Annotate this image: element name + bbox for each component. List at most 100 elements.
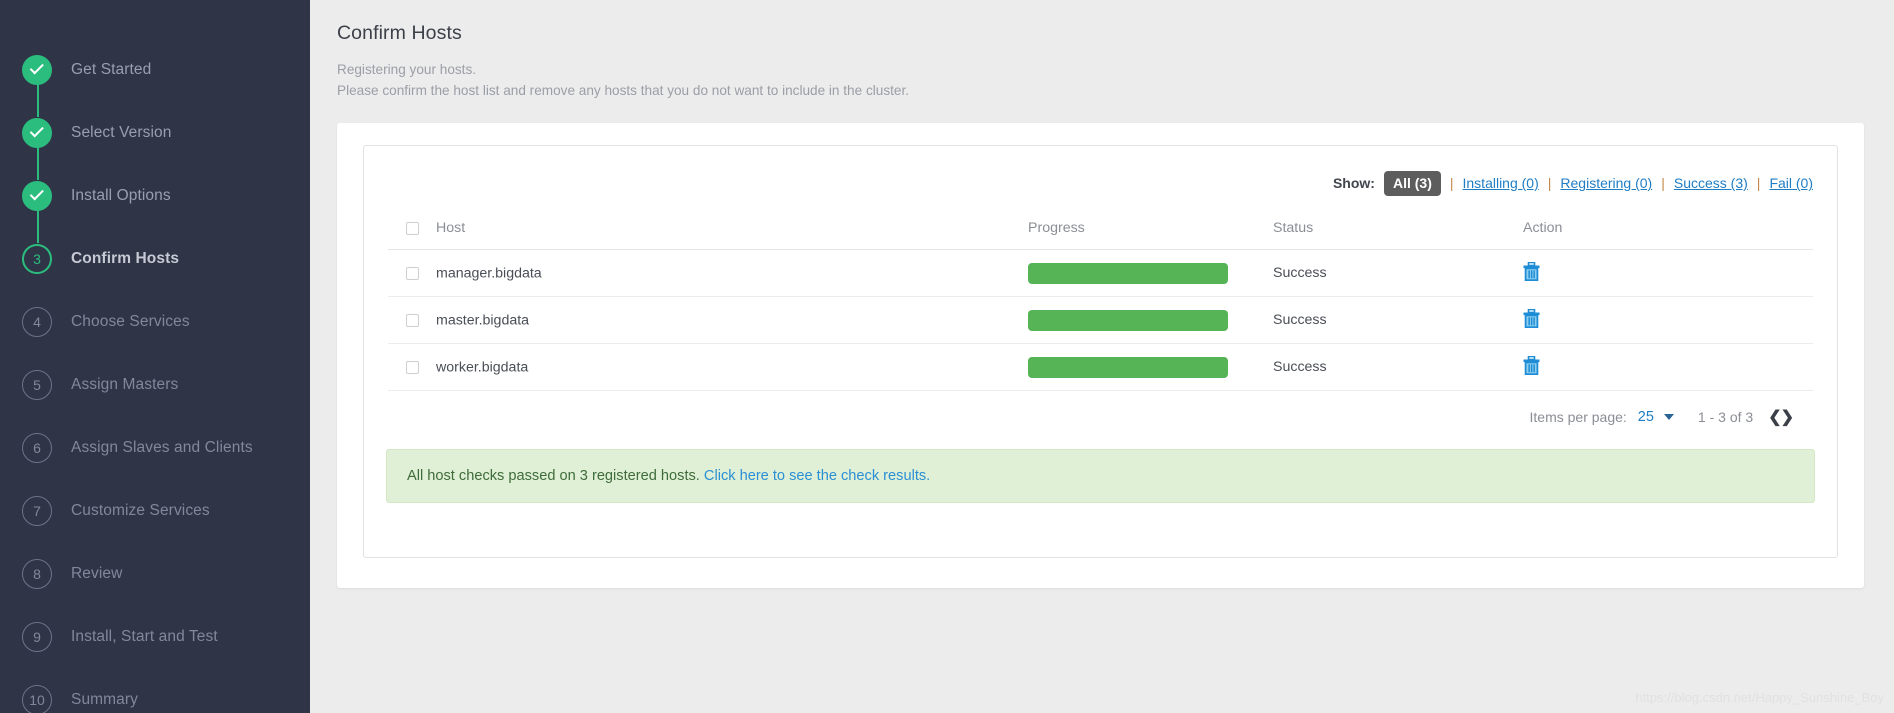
row-checkbox[interactable] — [406, 266, 419, 280]
page-description: Registering your hosts. Please confirm t… — [337, 59, 1864, 101]
hosts-table-wrap: Host Progress Status Action manager.bigd… — [364, 220, 1837, 427]
sidebar-item-assign-masters[interactable]: 5 Assign Masters — [0, 353, 310, 416]
sidebar-item-label: Confirm Hosts — [71, 249, 180, 267]
cell-host: master.bigdata — [388, 296, 1028, 345]
header-progress: Progress — [1028, 220, 1273, 251]
filter-success[interactable]: Success (3) — [1674, 175, 1748, 191]
cell-status: Success — [1273, 343, 1523, 392]
trash-icon[interactable] — [1523, 261, 1540, 285]
step-connector — [37, 84, 39, 117]
filter-installing[interactable]: Installing (0) — [1463, 175, 1539, 191]
page-title: Confirm Hosts — [337, 22, 462, 44]
sidebar-item-assign-slaves-and-clients[interactable]: 6 Assign Slaves and Clients — [0, 416, 310, 479]
sidebar-item-label: Assign Masters — [71, 375, 179, 393]
cell-host: manager.bigdata — [388, 249, 1028, 298]
select-all-checkbox[interactable] — [406, 221, 419, 235]
progress-bar-track — [1028, 262, 1228, 284]
check-results-link[interactable]: Click here to see the check results. — [704, 468, 930, 484]
step-check-icon — [22, 180, 52, 211]
table-row: manager.bigdata Success — [388, 249, 1813, 298]
page-description-line-1: Registering your hosts. — [337, 62, 477, 77]
cell-status: Success — [1273, 249, 1523, 298]
filter-registering[interactable]: Registering (0) — [1560, 175, 1652, 191]
hosts-panel: Show: All (3) | Installing (0) | Registe… — [363, 145, 1838, 559]
trash-icon[interactable] — [1523, 308, 1540, 332]
progress-bar-fill — [1028, 309, 1228, 331]
step-connector — [37, 147, 39, 180]
step-number-badge: 7 — [22, 495, 52, 526]
progress-bar-track — [1028, 356, 1228, 378]
sidebar-item-choose-services[interactable]: 4 Choose Services — [0, 290, 310, 353]
sidebar-item-summary[interactable]: 10 Summary — [0, 668, 310, 713]
wizard-sidebar: Get Started Select Version Install Options… — [0, 0, 310, 713]
check-icon — [29, 123, 44, 138]
header-host: Host — [388, 220, 1028, 251]
cell-progress — [1028, 296, 1273, 345]
sidebar-item-install-start-and-test[interactable]: 9 Install, Start and Test — [0, 605, 310, 668]
step-number-badge: 5 — [22, 369, 52, 400]
filter-separator-4: | — [1756, 175, 1761, 192]
step-number-badge: 8 — [22, 558, 52, 589]
hosts-card: Show: All (3) | Installing (0) | Registe… — [337, 123, 1864, 589]
sidebar-item-install-options[interactable]: Install Options — [0, 164, 310, 243]
sidebar-item-get-started[interactable]: Get Started — [0, 38, 310, 117]
step-number-badge: 9 — [22, 621, 52, 652]
cell-progress — [1028, 343, 1273, 392]
wizard-step-list: Get Started Select Version Install Options… — [0, 38, 310, 713]
header-status: Status — [1273, 220, 1523, 251]
cell-action — [1523, 343, 1813, 392]
trash-icon[interactable] — [1523, 355, 1540, 379]
header-host-label: Host — [436, 220, 466, 237]
sidebar-item-label: Customize Services — [71, 501, 210, 519]
sidebar-item-label: Review — [71, 564, 123, 582]
hosts-table-body: manager.bigdata Success master.bigdata Succ… — [388, 249, 1813, 392]
page-nav: ❮❯ — [1768, 407, 1794, 427]
sidebar-item-label: Install Options — [71, 186, 171, 204]
sidebar-item-select-version[interactable]: Select Version — [0, 101, 310, 180]
sidebar-item-confirm-hosts[interactable]: 3 Confirm Hosts — [0, 227, 310, 290]
page-description-line-2: Please confirm the host list and remove … — [337, 83, 910, 99]
sidebar-item-label: Select Version — [71, 123, 172, 141]
cell-action — [1523, 249, 1813, 298]
show-label: Show: — [1332, 175, 1375, 192]
sidebar-item-label: Choose Services — [71, 312, 190, 330]
chevron-down-icon[interactable] — [1663, 414, 1674, 421]
step-connector — [37, 210, 39, 243]
check-icon — [29, 60, 44, 75]
check-icon — [29, 186, 44, 201]
main-content: Confirm Hosts Registering your hosts. Pl… — [310, 0, 1894, 713]
alert-text: All host checks passed on 3 registered h… — [407, 468, 700, 485]
watermark: https://blog.csdn.net/Happy_Sunshine_Boy — [1635, 690, 1884, 705]
host-name: worker.bigdata — [436, 359, 529, 376]
progress-bar-fill — [1028, 356, 1228, 378]
row-checkbox[interactable] — [406, 313, 419, 327]
page-size-value[interactable]: 25 — [1638, 409, 1654, 425]
filter-fail[interactable]: Fail (0) — [1769, 175, 1813, 191]
step-check-icon — [22, 54, 52, 85]
next-page-icon[interactable]: ❯ — [1781, 409, 1794, 426]
filter-separator-3: | — [1661, 175, 1665, 192]
prev-page-icon[interactable]: ❮ — [1768, 409, 1781, 426]
paginator: Items per page: 25 1 - 3 of 3 ❮❯ — [388, 391, 1813, 427]
items-per-page-label: Items per page: — [1529, 409, 1627, 426]
status-filter-bar: Show: All (3) | Installing (0) | Registe… — [364, 146, 1837, 220]
header-action: Action — [1523, 220, 1813, 251]
cell-status: Success — [1273, 296, 1523, 345]
progress-bar-track — [1028, 309, 1228, 331]
sidebar-item-customize-services[interactable]: 7 Customize Services — [0, 479, 310, 542]
filter-all[interactable]: All (3) — [1383, 170, 1441, 196]
step-number-badge: 10 — [22, 684, 52, 713]
step-number-badge: 3 — [22, 243, 52, 274]
filter-separator-1: | — [1449, 175, 1454, 192]
cell-action — [1523, 296, 1813, 345]
sidebar-item-label: Assign Slaves and Clients — [71, 438, 253, 456]
step-check-icon — [22, 117, 52, 148]
cell-progress — [1028, 249, 1273, 298]
cell-host: worker.bigdata — [388, 343, 1028, 392]
host-name: master.bigdata — [436, 312, 530, 329]
sidebar-item-review[interactable]: 8 Review — [0, 542, 310, 605]
app-root: Get Started Select Version Install Options… — [0, 0, 1894, 713]
sidebar-item-label: Summary — [71, 690, 139, 708]
row-checkbox[interactable] — [406, 360, 419, 374]
host-check-alert: All host checks passed on 3 registered h… — [386, 449, 1815, 504]
